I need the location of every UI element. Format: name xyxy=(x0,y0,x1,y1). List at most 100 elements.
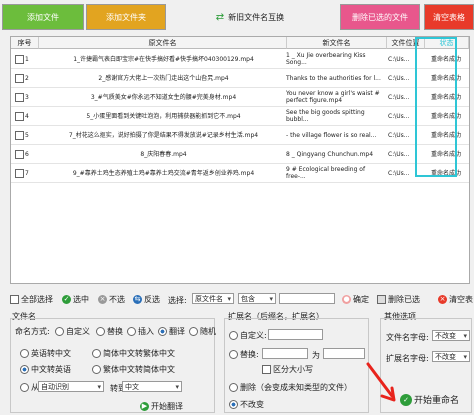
mode-custom-label: 自定义 xyxy=(66,327,90,336)
radio-dot xyxy=(229,383,238,392)
row-checkbox[interactable] xyxy=(15,55,24,64)
row-original-name: 2_感谢官方大佬上一次热门走出这个山旮旯.mp4 xyxy=(98,74,229,82)
row-checkbox[interactable] xyxy=(15,112,24,121)
mode-insert-radio[interactable]: 插入 xyxy=(127,326,154,337)
checkbox-box xyxy=(10,295,19,304)
check-icon: ✓ xyxy=(62,295,71,304)
from-language-select[interactable]: 自动识别 xyxy=(38,381,104,392)
row-checkbox[interactable] xyxy=(15,74,24,83)
cross-icon: × xyxy=(98,295,107,304)
name-case-select[interactable]: 不改变 xyxy=(432,330,470,341)
row-new-name: - the village flower is so real... xyxy=(286,131,377,139)
row-original-name: 3_#气质美女#你永远不知道女生的腰#完美身材.mp4 xyxy=(90,93,237,101)
delete-selected-button[interactable]: 删除已选 xyxy=(377,294,420,305)
radio-dot xyxy=(229,331,238,340)
table-row[interactable]: 5 7_村花这么抠实，说好拍摄了你是结果不得发放说#记录乡村生活.mp4 - t… xyxy=(11,126,469,145)
table-row[interactable]: 7 9_#靠养土鸡生态养殖土鸡#靠养土鸡交流#青年返乡创业养鸡.mp4 9 # … xyxy=(11,164,469,183)
col-header-index[interactable]: 序号 xyxy=(11,37,39,49)
swap-label: 新旧文件名互换 xyxy=(228,12,285,22)
row-checkbox[interactable] xyxy=(15,169,24,178)
confirm-button[interactable]: ● 确定 xyxy=(342,294,369,305)
row-original-name: 5_小蛋里面看到关键吐泡泡，利用捕获器能抓到它不.mp4 xyxy=(86,112,241,120)
mode-insert-label: 插入 xyxy=(138,327,154,336)
ext-case-value: 不改变 xyxy=(435,352,456,361)
radio-dot xyxy=(158,327,167,336)
row-new-name: 9 # Ecological breeding of free-... xyxy=(286,166,366,180)
case-sensitive-checkbox[interactable]: 区分大小写 xyxy=(262,364,313,375)
row-new-name: 8 _ Qingyang Chunchun.mp4 xyxy=(286,150,374,158)
confirm-icon: ● xyxy=(342,295,351,304)
radio-dot xyxy=(229,400,238,409)
invert-button[interactable]: ⇆ 反选 xyxy=(133,294,160,305)
unselect-button[interactable]: × 不选 xyxy=(98,294,125,305)
naming-mode-label: 命名方式: xyxy=(15,327,50,336)
mode-translate-radio[interactable]: 翻译 xyxy=(158,326,185,337)
col-header-new-name[interactable]: 新文件名 xyxy=(287,37,387,49)
from-radio[interactable]: 从 xyxy=(20,382,39,393)
clear-button[interactable]: × 清空表 xyxy=(438,294,473,305)
mode-replace-label: 替换 xyxy=(107,327,123,336)
add-file-label: 添加文件 xyxy=(27,12,59,22)
trad-to-simp-radio[interactable]: 繁体中文转简体中文 xyxy=(92,364,175,375)
swap-names-button[interactable]: ⇄ 新旧文件名互换 xyxy=(170,4,330,30)
clear-table-label: 清空表格 xyxy=(433,12,465,22)
simp-to-trad-label: 简体中文转繁体中文 xyxy=(103,349,175,358)
table-row[interactable]: 2 2_感谢官方大佬上一次热门走出这个山旮旯.mp4 Thanks to the… xyxy=(11,69,469,88)
table-row[interactable]: 4 5_小蛋里面看到关键吐泡泡，利用捕获器能抓到它不.mp4 See the b… xyxy=(11,107,469,126)
row-index: 2 xyxy=(25,74,29,82)
row-original-name: 7_村花这么抠实，说好拍摄了你是结果不得发放说#记录乡村生活.mp4 xyxy=(68,131,259,139)
row-checkbox[interactable] xyxy=(15,93,24,102)
mode-custom-radio[interactable]: 自定义 xyxy=(55,326,90,337)
add-folder-button[interactable]: 添加文件夹 xyxy=(86,4,166,30)
ext-replace-from-input[interactable] xyxy=(262,348,308,359)
radio-dot xyxy=(96,327,105,336)
row-checkbox[interactable] xyxy=(15,150,24,159)
choose-op-value: 包含 xyxy=(241,294,255,303)
ext-replace-to-input[interactable] xyxy=(323,348,365,359)
row-original-name: 8_庆阳春春.mp4 xyxy=(140,150,187,158)
row-index: 3 xyxy=(25,93,29,101)
ext-no-change-radio[interactable]: 不改变 xyxy=(229,399,264,410)
mode-replace-radio[interactable]: 替换 xyxy=(96,326,123,337)
radio-dot xyxy=(92,349,101,358)
en-to-cn-radio[interactable]: 英语转中文 xyxy=(20,348,71,359)
to-language-select[interactable]: 中文 xyxy=(122,381,182,392)
delete-selected-files-button[interactable]: 删除已选的文件 xyxy=(340,4,420,30)
file-table: 序号 原文件名 新文件名 文件位置 状态 1 1_许捷霸气表白即宝宗#在快手搞好… xyxy=(10,36,470,284)
start-translate-label: 开始翻译 xyxy=(151,402,183,411)
start-translate-button[interactable]: ▶ 开始翻译 xyxy=(140,401,183,412)
table-row[interactable]: 1 1_许捷霸气表白即宝宗#在快手搞好看#快手搞坏040300129.mp4 1… xyxy=(11,50,469,69)
annotation-arrow-icon xyxy=(366,362,396,402)
ext-delete-radio[interactable]: 删除（会变成未知类型的文件） xyxy=(229,382,352,393)
delete-icon xyxy=(377,295,386,304)
radio-dot xyxy=(20,365,29,374)
select-all-checkbox[interactable]: 全部选择 xyxy=(10,294,53,305)
table-row[interactable]: 3 3_#气质美女#你永远不知道女生的腰#完美身材.mp4 You never … xyxy=(11,88,469,107)
table-row[interactable]: 6 8_庆阳春春.mp4 8 _ Qingyang Chunchun.mp4 C… xyxy=(11,145,469,164)
col-header-original-name[interactable]: 原文件名 xyxy=(39,37,287,49)
choose-op-select[interactable]: 包含 xyxy=(238,293,276,304)
choose-label: 选择: xyxy=(168,296,187,305)
clear-table-button[interactable]: 清空表格 xyxy=(424,4,474,30)
row-checkbox[interactable] xyxy=(15,131,24,140)
choose-text-input[interactable] xyxy=(279,293,335,304)
row-new-name: Thanks to the authorities for l... xyxy=(286,74,381,82)
row-new-name: See the big goods spitting bubbl... xyxy=(286,109,365,123)
ext-custom-radio[interactable]: 自定义: xyxy=(229,330,267,341)
choose-field-value: 原文件名 xyxy=(195,294,223,303)
cn-to-en-radio[interactable]: 中文转英语 xyxy=(20,364,71,375)
add-file-button[interactable]: 添加文件 xyxy=(2,4,84,30)
ext-custom-label: 自定义: xyxy=(240,331,267,340)
row-original-name: 1_许捷霸气表白即宝宗#在快手搞好看#快手搞坏040300129.mp4 xyxy=(73,55,254,63)
ext-case-select[interactable]: 不改变 xyxy=(432,351,470,362)
choose-field-select[interactable]: 原文件名 xyxy=(192,293,234,304)
ext-to-label: 为 xyxy=(312,351,320,360)
radio-dot xyxy=(92,365,101,374)
simp-to-trad-radio[interactable]: 简体中文转繁体中文 xyxy=(92,348,175,359)
mode-random-radio[interactable]: 随机 xyxy=(189,326,216,337)
ext-custom-input[interactable] xyxy=(268,329,323,340)
radio-dot xyxy=(20,349,29,358)
select-button[interactable]: ✓ 选中 xyxy=(62,294,89,305)
invert-icon: ⇆ xyxy=(133,295,142,304)
ext-replace-radio[interactable]: 替换: xyxy=(229,349,259,360)
